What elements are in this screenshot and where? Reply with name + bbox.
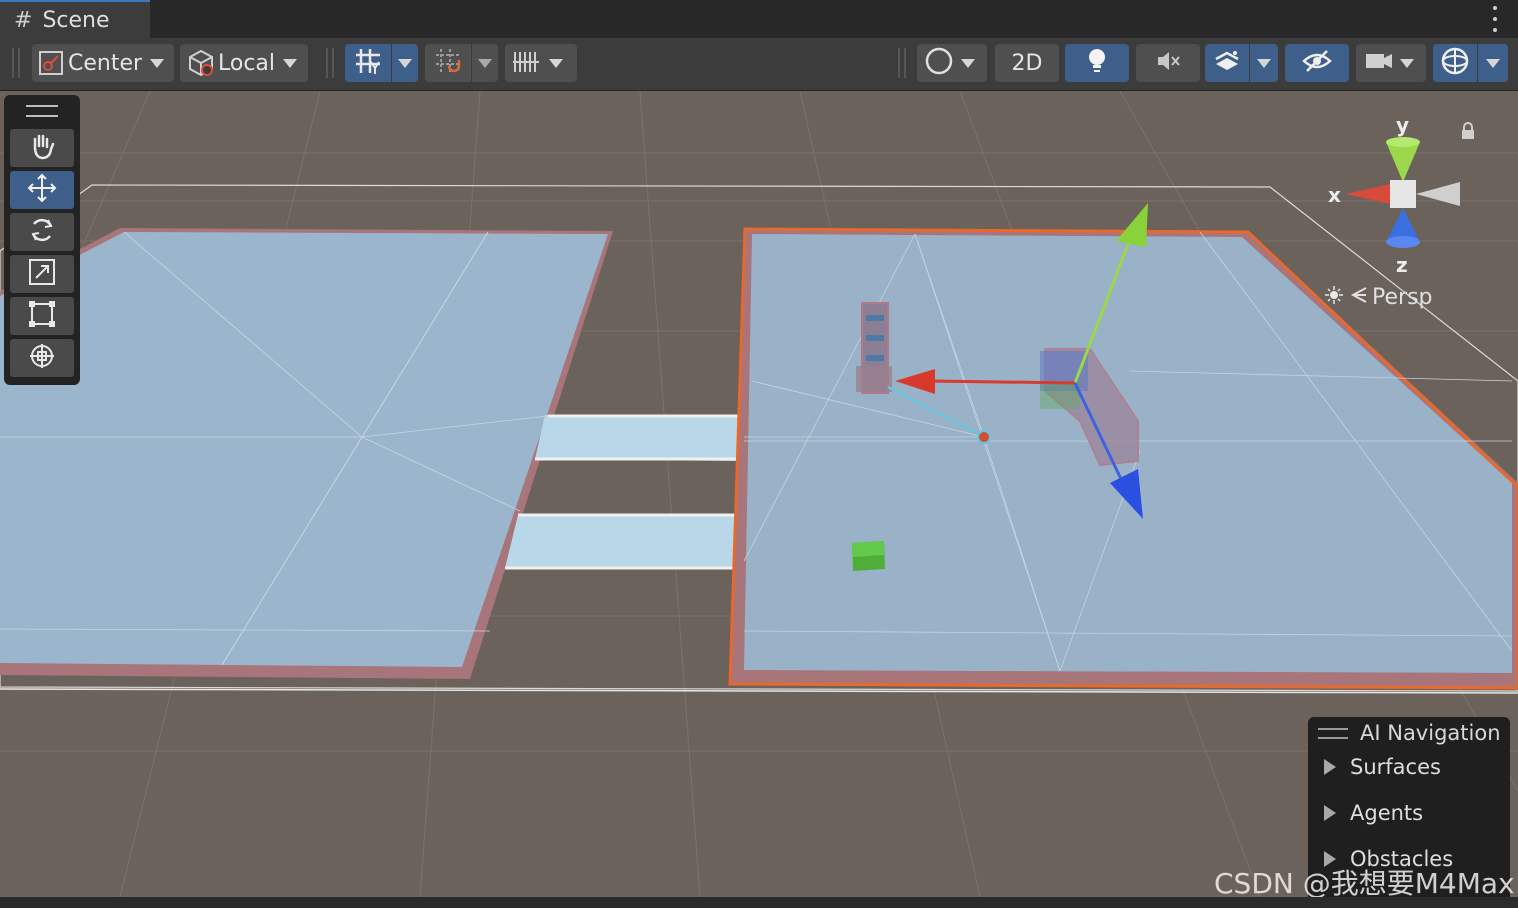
chevron-down-icon xyxy=(283,58,298,68)
nav-item-surfaces[interactable]: Surfaces xyxy=(1324,755,1441,779)
bridge-upper xyxy=(535,415,742,461)
hand-tool[interactable] xyxy=(10,129,74,167)
pivot-point xyxy=(977,430,991,444)
axis-x-cone[interactable] xyxy=(1346,184,1390,204)
chevron-down-icon xyxy=(1257,58,1271,68)
ai-navigation-title: AI Navigation xyxy=(1360,721,1501,745)
chevron-down-icon xyxy=(478,58,492,68)
scene-render xyxy=(0,91,1518,897)
audio-mute-icon xyxy=(1154,47,1182,79)
bridge-lower xyxy=(505,515,742,569)
chevron-down-icon xyxy=(1486,58,1500,68)
drag-handle-icon xyxy=(1318,727,1348,739)
toolbar-separator-4 xyxy=(904,48,906,78)
transform-tool[interactable] xyxy=(10,339,74,377)
camera-icon xyxy=(1364,48,1394,78)
grid-visibility-dropdown[interactable] xyxy=(392,44,418,82)
scene-effects-dropdown[interactable] xyxy=(1250,44,1278,82)
pivot-mode-dropdown[interactable]: Center xyxy=(32,44,174,82)
chevron-down-icon xyxy=(150,58,165,68)
gizmo-center-cube[interactable] xyxy=(1390,180,1416,208)
chevron-left-icon xyxy=(1350,285,1368,309)
grid-ruler-icon xyxy=(511,46,541,80)
gizmos-sphere-icon xyxy=(1440,46,1470,80)
visibility-hidden-icon xyxy=(1301,47,1333,79)
transform-icon xyxy=(26,340,58,376)
rect-transform-icon xyxy=(27,299,57,333)
rotate-tool[interactable] xyxy=(10,213,74,251)
watermark: CSDN @我想要M4Max xyxy=(1214,867,1515,900)
axis-neg-x-cone[interactable] xyxy=(1416,182,1460,206)
left-navmesh xyxy=(0,232,608,667)
tab-bar: # Scene xyxy=(0,0,1518,38)
scene-hash-icon: # xyxy=(14,7,33,33)
snap-increment-button[interactable] xyxy=(425,44,471,82)
projection-label: Persp xyxy=(1372,284,1433,310)
grid-visibility-icon xyxy=(353,46,383,80)
status-bar xyxy=(0,897,1518,908)
scene-lighting-button[interactable] xyxy=(1065,44,1129,82)
nav-item-label: Surfaces xyxy=(1350,755,1441,779)
shading-mode-icon xyxy=(925,47,953,79)
axis-z-label[interactable]: z xyxy=(1396,253,1408,277)
scene-camera-dropdown[interactable] xyxy=(1356,44,1426,82)
shading-mode-dropdown[interactable] xyxy=(917,44,987,82)
axis-x-label[interactable]: x xyxy=(1328,183,1341,207)
left-wall-object xyxy=(856,302,892,394)
scene-audio-button[interactable] xyxy=(1136,44,1200,82)
rotate-icon xyxy=(26,214,58,250)
effects-icon xyxy=(1213,47,1241,79)
chevron-down-icon xyxy=(398,58,412,68)
scene-tab[interactable]: # Scene xyxy=(0,0,150,38)
nav-item-agents[interactable]: Agents xyxy=(1324,801,1423,825)
orientation-gizmo[interactable]: y x z xyxy=(1320,112,1480,287)
move-icon xyxy=(26,172,58,208)
scene-effects-button[interactable] xyxy=(1205,44,1249,82)
tools-drag-handle[interactable] xyxy=(26,105,58,117)
gizmos-button[interactable] xyxy=(1433,44,1477,82)
pivot-mode-label: Center xyxy=(68,50,143,76)
scene-visibility-button[interactable] xyxy=(1285,44,1349,82)
scene-viewport[interactable] xyxy=(0,91,1518,897)
mode-2d-button[interactable]: 2D xyxy=(995,44,1059,82)
tools-overlay xyxy=(4,95,80,385)
more-vertical-icon[interactable] xyxy=(1490,6,1500,32)
axis-y-label[interactable]: y xyxy=(1396,113,1409,137)
chevron-down-icon xyxy=(961,58,975,68)
toolbar-separator-3 xyxy=(898,48,900,78)
expand-arrow-icon xyxy=(1324,759,1336,775)
sun-icon xyxy=(1324,285,1344,309)
expand-arrow-icon xyxy=(1324,805,1336,821)
projection-toggle[interactable]: Persp xyxy=(1324,282,1454,312)
chevron-down-icon xyxy=(1400,58,1414,68)
toolbar-drag-handle[interactable] xyxy=(12,48,14,78)
scene-toolbar: Center Local 2D xyxy=(0,38,1518,91)
lock-icon[interactable] xyxy=(1461,122,1475,144)
rect-tool[interactable] xyxy=(10,297,74,335)
scale-tool[interactable] xyxy=(10,255,74,293)
lightbulb-icon xyxy=(1085,47,1109,79)
local-cube-icon xyxy=(186,48,216,78)
grid-visibility-button[interactable] xyxy=(345,44,391,82)
axis-y-cone[interactable] xyxy=(1386,142,1420,182)
move-tool[interactable] xyxy=(10,171,74,209)
mode-2d-label: 2D xyxy=(1011,50,1043,76)
toolbar-separator xyxy=(326,48,328,78)
snap-increment-dropdown[interactable] xyxy=(472,44,498,82)
space-mode-label: Local xyxy=(218,50,276,76)
nav-item-label: Agents xyxy=(1350,801,1424,825)
space-mode-dropdown[interactable]: Local xyxy=(180,44,308,82)
hand-icon xyxy=(27,131,57,165)
ai-navigation-header[interactable]: AI Navigation xyxy=(1308,717,1510,749)
scale-icon xyxy=(27,257,57,291)
gizmos-dropdown[interactable] xyxy=(1478,44,1508,82)
snap-increment-icon xyxy=(433,46,463,80)
grid-ruler-button[interactable] xyxy=(505,44,577,82)
toolbar-separator-2 xyxy=(332,48,334,78)
toolbar-drag-handle-2[interactable] xyxy=(18,48,20,78)
green-cube xyxy=(852,541,885,571)
pivot-center-icon xyxy=(38,50,64,76)
chevron-down-icon xyxy=(549,58,563,68)
scene-tab-label: Scene xyxy=(42,7,110,33)
